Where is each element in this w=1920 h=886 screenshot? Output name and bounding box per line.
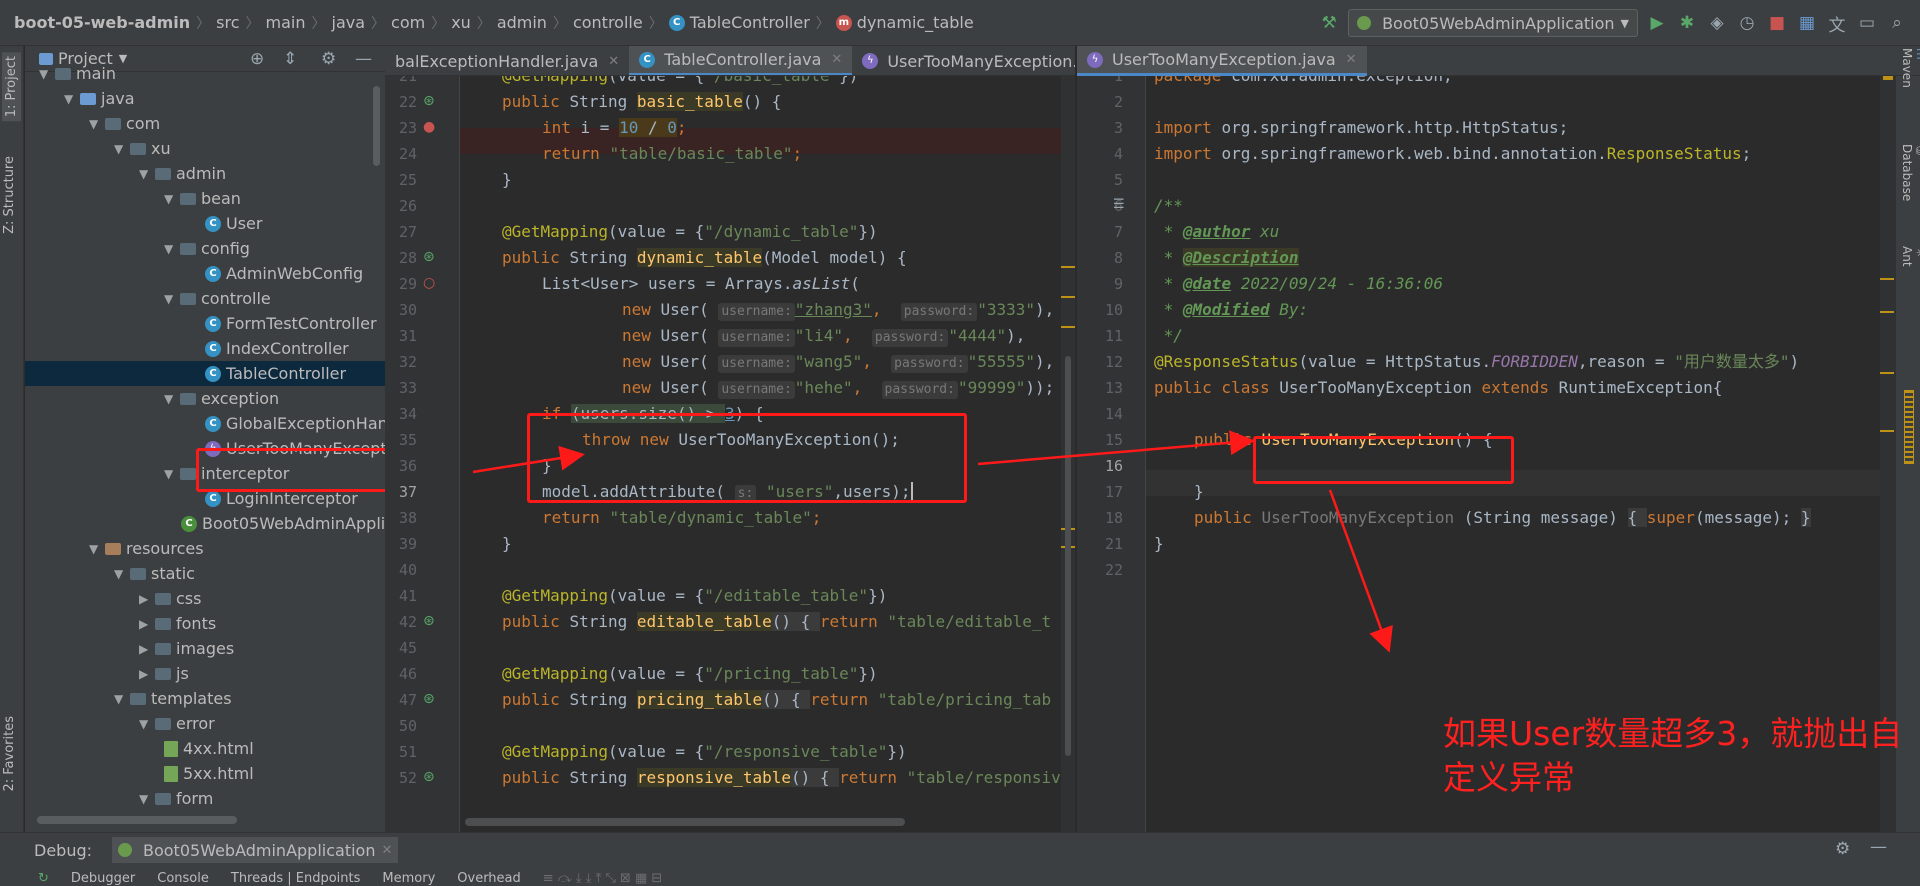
gear-icon[interactable]: ⚙ — [1835, 839, 1850, 859]
minimize-icon[interactable]: — — [1870, 837, 1887, 857]
debug-label: Debug: — [34, 841, 93, 860]
tab-debugger[interactable]: Debugger — [71, 871, 135, 886]
arrow-code-to-constructor — [977, 430, 1255, 466]
annotation-note: 如果User数量超多3，就抛出自定义异常 — [1443, 714, 1903, 797]
rerun-icon[interactable]: ↻ — [38, 871, 49, 886]
debug-subtabs: ↻ Debugger Console Threads | Endpoints M… — [34, 871, 662, 886]
tab-console[interactable]: Console — [157, 871, 209, 886]
tab-overhead[interactable]: Overhead — [457, 871, 521, 886]
tab-threads-endpoints[interactable]: Threads | Endpoints — [231, 871, 361, 886]
step-over-icon[interactable]: ≡ ⤼ ⤓ ⤓ ⤒ ⤡ ⊠ ▦ ⊟ — [543, 871, 663, 886]
spring-boot-icon — [118, 843, 132, 857]
debug-tool-window: Debug: Boot05WebAdminApplication ✕ ⚙ — ↻ … — [0, 832, 1920, 886]
debug-session-tab[interactable]: Boot05WebAdminApplication ✕ — [112, 837, 399, 863]
arrow-constructor-to-note — [1328, 489, 1393, 653]
close-icon[interactable]: ✕ — [381, 843, 392, 858]
debug-session-label: Boot05WebAdminApplication — [143, 840, 376, 860]
arrow-project-to-code — [472, 445, 585, 474]
tab-memory[interactable]: Memory — [382, 871, 435, 886]
